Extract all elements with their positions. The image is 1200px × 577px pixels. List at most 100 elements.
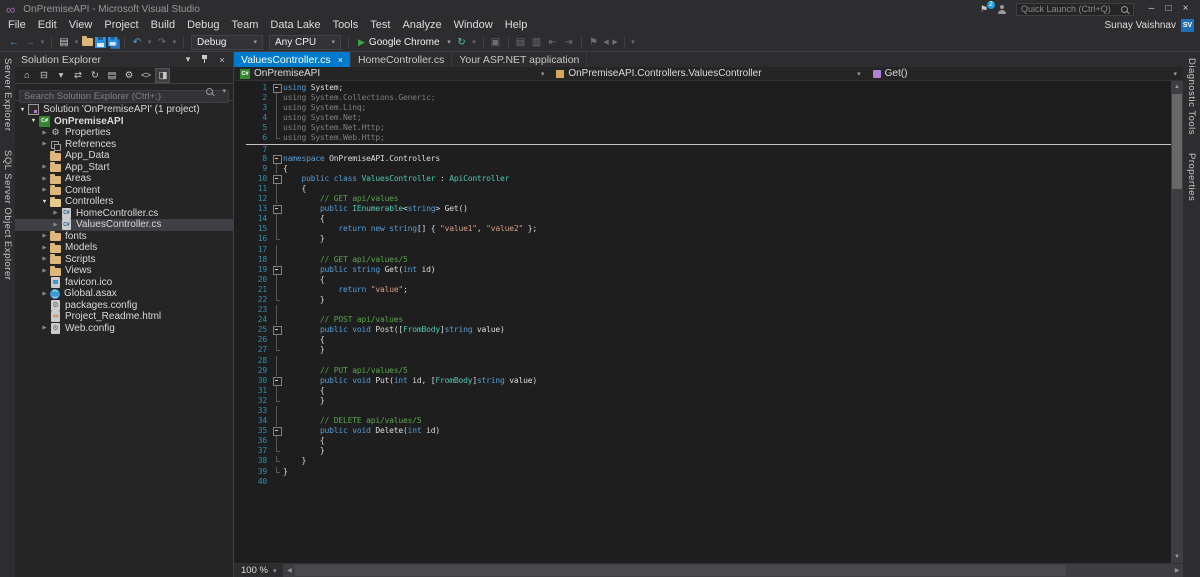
maximize-button[interactable]: □ [1160,1,1177,17]
home-icon[interactable]: ⌂ [19,68,34,83]
platform-dropdown[interactable]: Any CPU▾ [269,35,341,50]
horizontal-scrollbar[interactable]: ◀ ▶ [283,564,1183,577]
back-icon[interactable]: ← [7,35,21,50]
code-line[interactable]: 9{ [246,164,1171,174]
menu-view[interactable]: View [63,18,99,33]
collapse-region-icon[interactable] [272,325,283,335]
vertical-scrollbar[interactable]: ▲ ▼ [1171,81,1183,563]
code-line[interactable]: 4using System.Net; [246,113,1171,123]
menu-help[interactable]: Help [499,18,534,33]
expand-arrow-icon[interactable]: ▶ [40,325,49,331]
expand-arrow-icon[interactable]: ▶ [40,256,49,262]
code-line[interactable]: 32 } [246,396,1171,406]
code-line[interactable]: 12 // GET api/values [246,194,1171,204]
expand-arrow-icon[interactable]: ▶ [40,233,49,239]
tree-item-app-data[interactable]: App_Data [15,150,233,162]
tree-item-app-start[interactable]: ▶App_Start [15,162,233,174]
code-line[interactable]: 30 public void Put(int id, [FromBody]str… [246,376,1171,386]
search-input[interactable] [19,90,229,103]
close-icon[interactable]: × [217,55,227,65]
tool-tab-sql-server-object-explorer[interactable]: SQL Server Object Explorer [2,150,13,280]
configuration-dropdown[interactable]: Debug▾ [191,35,263,50]
tree-item-properties[interactable]: ▶Properties [15,127,233,139]
comment-icon[interactable]: ▤ [514,35,528,50]
expand-arrow-icon[interactable]: ▶ [40,130,49,136]
scroll-left-icon[interactable]: ◀ [283,567,295,574]
user-name[interactable]: Sunay Vaishnav [1104,20,1176,31]
code-line[interactable]: 10 public class ValuesController : ApiCo… [246,174,1171,184]
code-line[interactable]: 38 } [246,456,1171,466]
tree-item-homecontroller-cs[interactable]: ▶HomeController.cs [15,208,233,220]
properties-icon[interactable]: ⚙ [121,68,136,83]
code-line[interactable]: 22 } [246,295,1171,305]
expand-arrow-icon[interactable]: ▶ [40,164,49,170]
find-in-files-icon[interactable]: ▣ [489,35,503,50]
window-position-icon[interactable]: ▾ [183,55,193,65]
type-dropdown[interactable]: OnPremiseAPI.Controllers.ValuesControlle… [550,67,866,80]
tab-valuescontroller-cs[interactable]: ValuesController.cs× [234,52,351,67]
run-dropdown-icon[interactable]: ▾ [446,35,453,50]
code-line[interactable]: 14 { [246,214,1171,224]
sync-icon[interactable]: ⇄ [70,68,85,83]
tree-item-areas[interactable]: ▶Areas [15,173,233,185]
scroll-up-icon[interactable]: ▲ [1171,81,1183,93]
toolbar-options-icon[interactable]: ▾ [630,35,637,50]
notifications-icon[interactable]: ⚑2 [980,4,988,15]
code-line[interactable]: 26 { [246,335,1171,345]
scrollbar-thumb[interactable] [1172,94,1182,189]
tree-item-references[interactable]: ▶References [15,139,233,151]
code-line[interactable]: 36 { [246,436,1171,446]
code-line[interactable]: 5using System.Net.Http; [246,123,1171,133]
code-line[interactable]: 23 [246,305,1171,315]
tree-item-global-asax[interactable]: ▶Global.asax [15,288,233,300]
tree-item-solution-onpremiseapi-1-project[interactable]: ▼Solution 'OnPremiseAPI' (1 project) [15,104,233,116]
code-line[interactable]: 7 [246,144,1171,154]
menu-build[interactable]: Build [145,18,181,33]
tab-close-icon[interactable]: × [338,55,343,65]
browser-link-refresh-icon[interactable]: ↻ [455,35,469,50]
tree-item-controllers[interactable]: ▼Controllers [15,196,233,208]
user-avatar[interactable]: SV [1181,19,1194,32]
code-line[interactable]: 18 // GET api/values/5 [246,255,1171,265]
forward-icon[interactable]: → [23,35,37,50]
menu-tools[interactable]: Tools [327,18,365,33]
solution-explorer-header[interactable]: Solution Explorer ▾× [15,52,233,67]
menu-analyze[interactable]: Analyze [396,18,447,33]
collapse-region-icon[interactable] [272,154,283,164]
toggle-bookmark-icon[interactable]: ⚑ [587,35,601,50]
tree-item-views[interactable]: ▶Views [15,265,233,277]
code-line[interactable]: 29 // PUT api/values/5 [246,366,1171,376]
close-button[interactable]: × [1177,1,1194,17]
collapse-all-icon[interactable]: ⊟ [36,68,51,83]
menu-test[interactable]: Test [364,18,396,33]
start-debugging-button[interactable]: ▶Google Chrome [355,35,443,50]
tree-item-valuescontroller-cs[interactable]: ▶ValuesController.cs [15,219,233,231]
collapse-region-icon[interactable] [272,83,283,93]
menu-debug[interactable]: Debug [181,18,225,33]
navigation-dropdown-icon[interactable]: ▾ [39,35,46,50]
code-line[interactable]: 17 [246,245,1171,255]
save-all-icon[interactable] [108,36,117,45]
next-bookmark-icon[interactable]: ▶ [612,35,619,50]
code-line[interactable]: 6using System.Web.Http; [246,133,1171,143]
pin-icon[interactable] [200,55,210,65]
expand-arrow-icon[interactable]: ▶ [40,291,49,297]
menu-data-lake[interactable]: Data Lake [264,18,326,33]
chevron-down-icon[interactable]: ▾ [222,87,226,95]
new-file-icon[interactable]: ▤ [57,35,71,50]
code-line[interactable]: 2using System.Collections.Generic; [246,93,1171,103]
code-line[interactable]: 19 public string Get(int id) [246,265,1171,275]
increase-indent-icon[interactable]: ⇥ [562,35,576,50]
code-line[interactable]: 1using System; [246,83,1171,93]
code-line[interactable]: 3using System.Linq; [246,103,1171,113]
tree-item-packages-config[interactable]: packages.config [15,300,233,312]
expand-arrow-icon[interactable]: ▼ [29,118,38,124]
menu-window[interactable]: Window [448,18,499,33]
browser-link-dropdown-icon[interactable]: ▾ [471,35,478,50]
code-editor[interactable]: 1using System;2using System.Collections.… [234,81,1183,563]
menu-file[interactable]: File [2,18,32,33]
menu-project[interactable]: Project [98,18,144,33]
menu-edit[interactable]: Edit [32,18,63,33]
code-line[interactable]: 35 public void Delete(int id) [246,426,1171,436]
expand-arrow-icon[interactable]: ▼ [18,107,27,113]
